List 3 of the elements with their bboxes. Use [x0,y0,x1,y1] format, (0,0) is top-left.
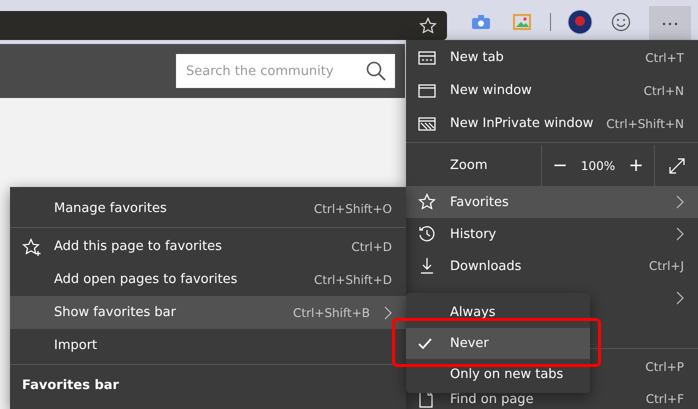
zoom-label: Zoom [449,158,488,173]
zoom-value: 100% [580,158,616,172]
section-heading: Favorites bar [22,378,120,392]
